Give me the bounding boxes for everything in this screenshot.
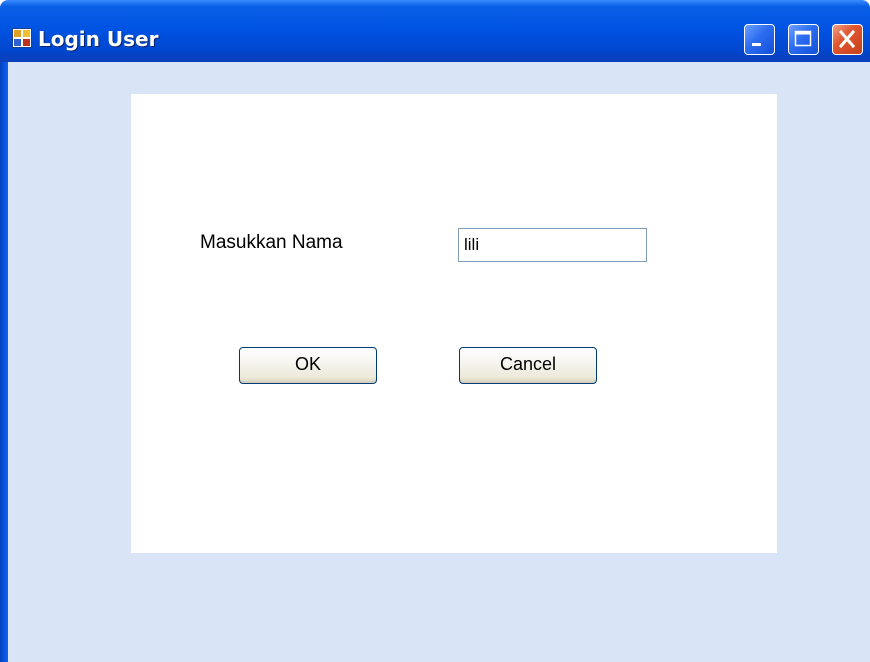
maximize-button[interactable] <box>788 24 819 55</box>
maximize-icon <box>794 30 812 47</box>
login-panel <box>131 94 777 553</box>
window-left-border <box>0 62 8 662</box>
ok-button[interactable]: OK <box>239 347 377 384</box>
minimize-button[interactable] <box>744 24 775 55</box>
minimize-icon <box>752 43 761 46</box>
title-bar[interactable]: Login User <box>0 0 870 62</box>
close-icon <box>838 29 856 49</box>
window-title: Login User <box>38 27 159 51</box>
name-input[interactable] <box>458 228 647 262</box>
name-label: Masukkan Nama <box>200 232 343 253</box>
cancel-button[interactable]: Cancel <box>459 347 597 384</box>
close-button[interactable] <box>832 24 863 55</box>
login-user-window: Login User Masukkan Nama OK Cancel <box>0 0 870 662</box>
app-window-icon[interactable] <box>12 28 32 48</box>
